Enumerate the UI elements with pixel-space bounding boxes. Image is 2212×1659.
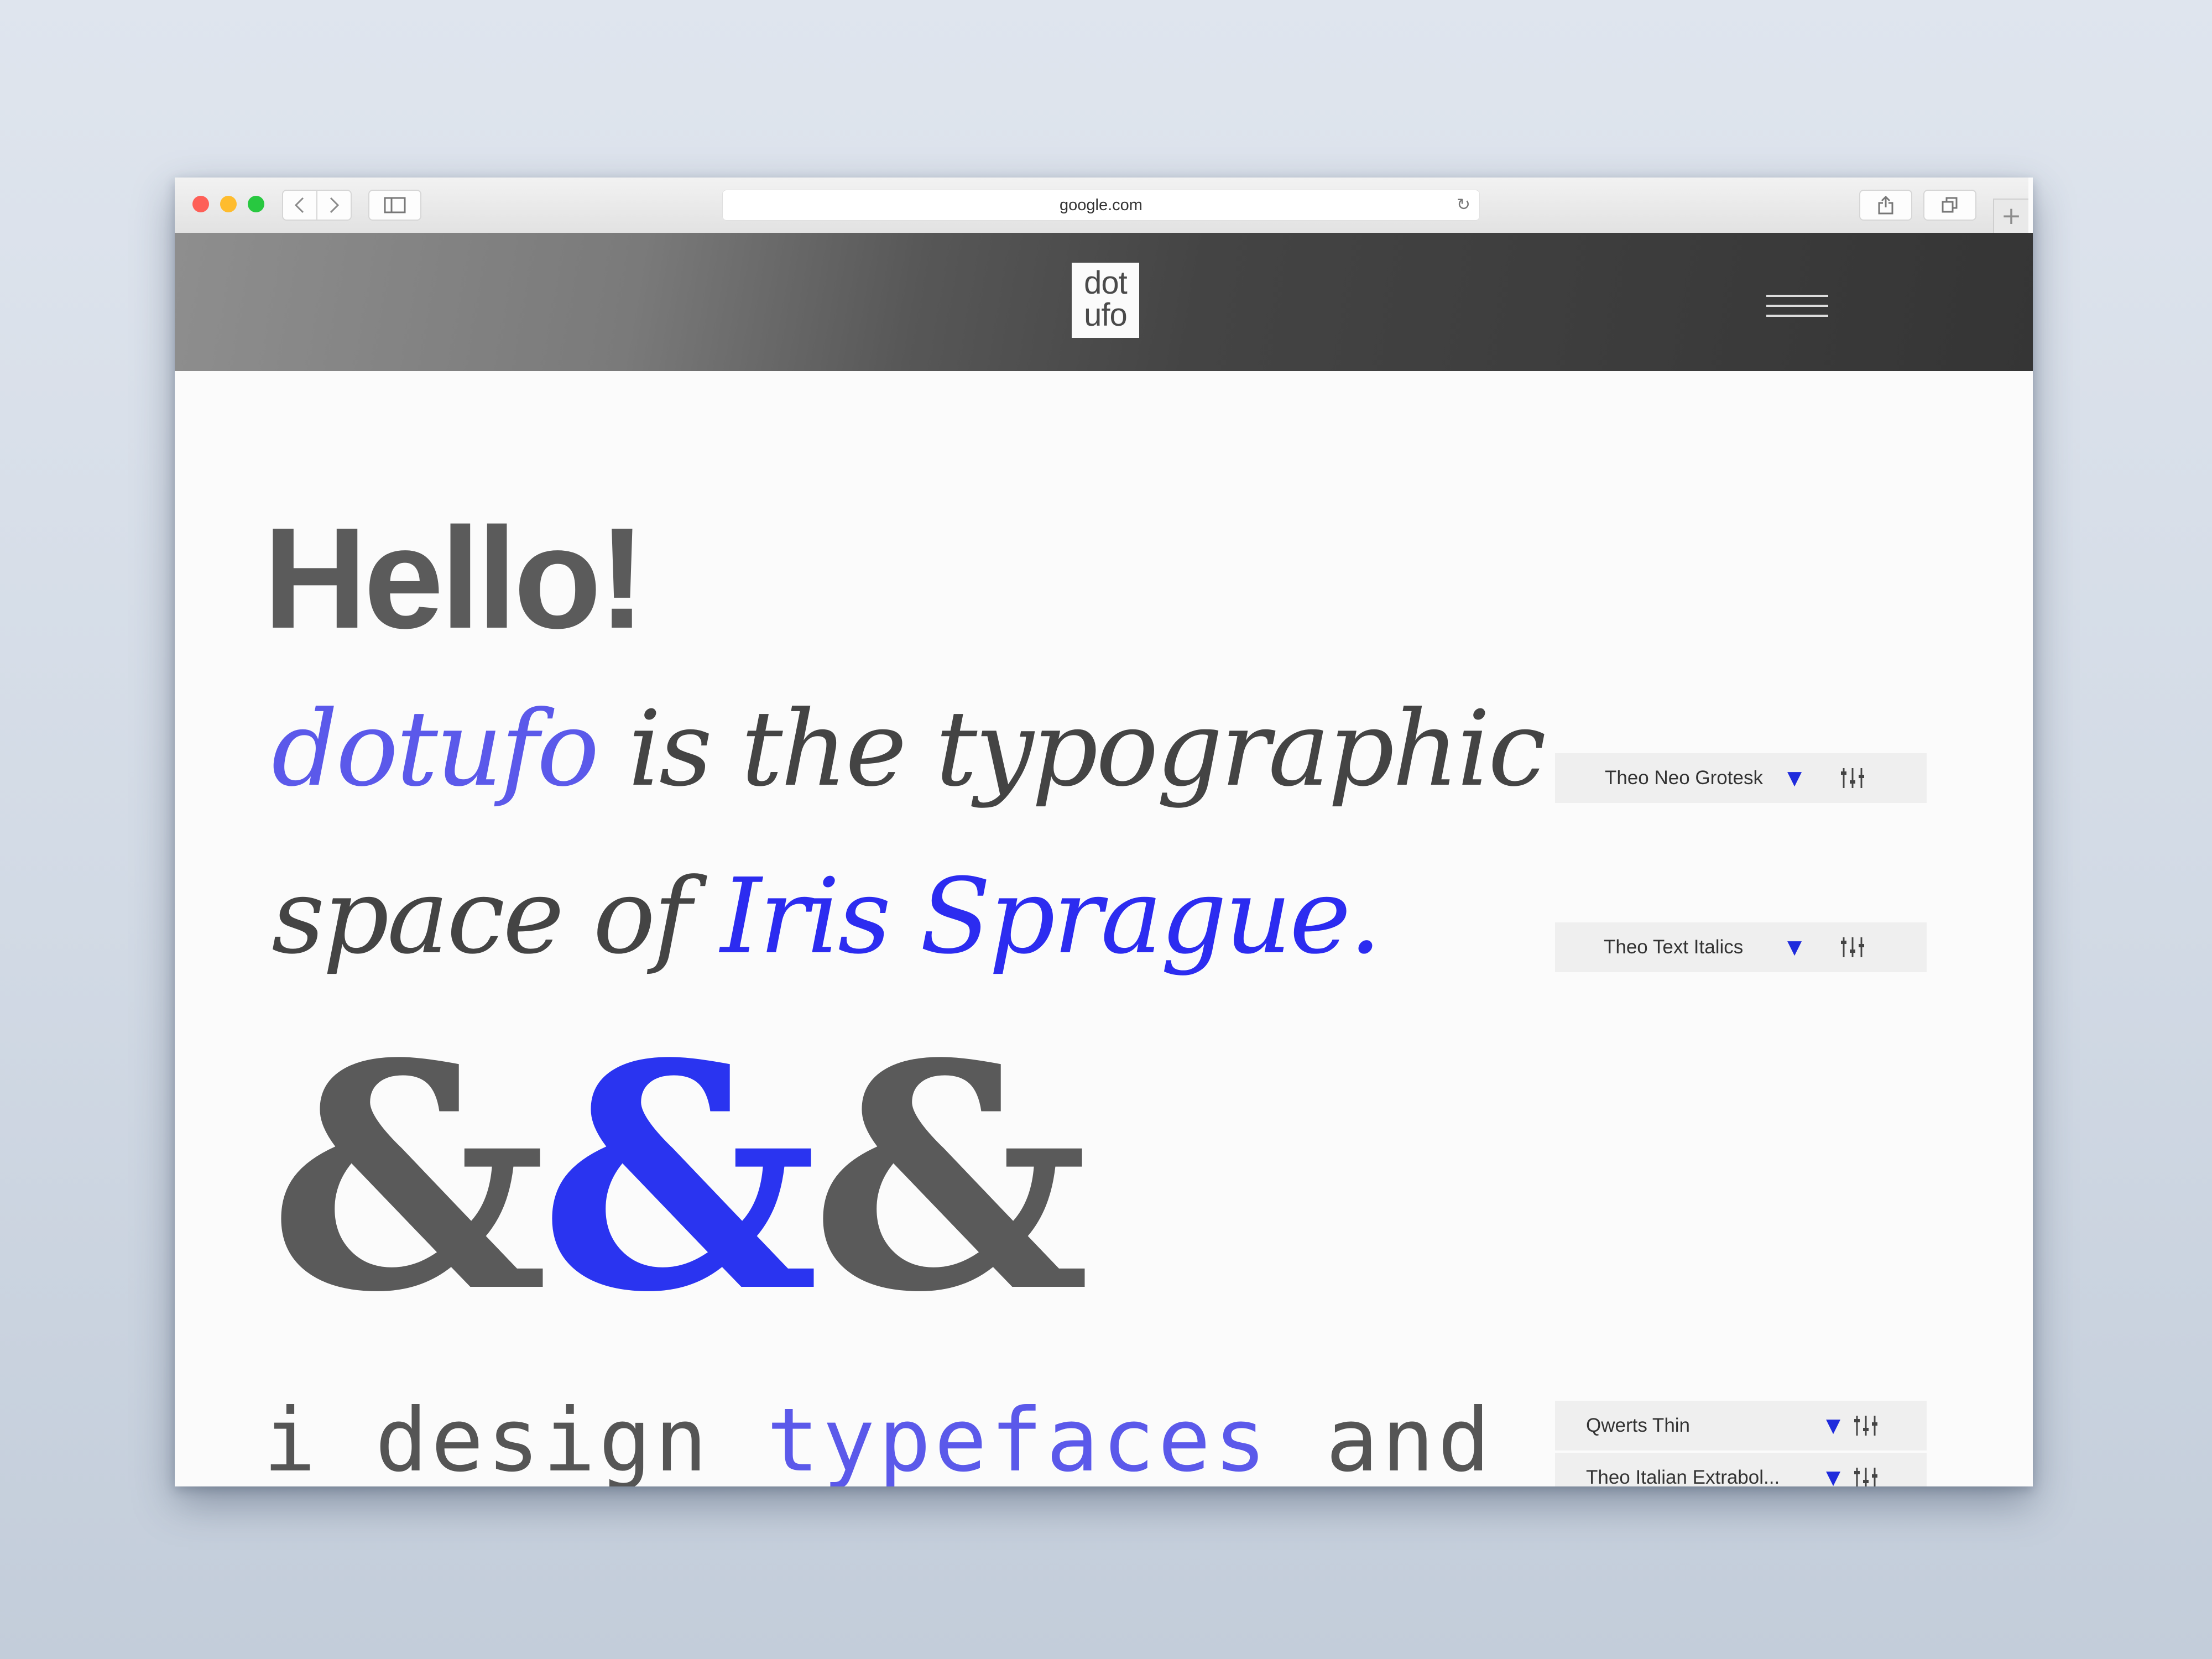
- page-content: Hello! dotufo is the typographic space o…: [175, 371, 2033, 1486]
- ampersand-glyph: &: [540, 997, 820, 1360]
- back-button[interactable]: [282, 190, 317, 221]
- mono-tagline-end: and: [1270, 1390, 1494, 1486]
- designer-name: Iris Sprague: [720, 856, 1351, 977]
- site-header: dot ufo: [175, 233, 2033, 371]
- site-logo[interactable]: dot ufo: [1072, 263, 1139, 338]
- browser-toolbar: google.com ↻ +: [175, 178, 2028, 234]
- dropdown-arrow-icon[interactable]: ▼: [1826, 1401, 1840, 1451]
- dropdown-arrow-icon[interactable]: ▼: [1787, 922, 1802, 972]
- settings-sliders-icon[interactable]: [1853, 1415, 1879, 1437]
- font-selector-label: Qwerts Thin: [1586, 1415, 1691, 1436]
- logo-line-1: dot: [1084, 265, 1128, 301]
- tabs-icon: [1942, 197, 1958, 213]
- intro-line-1: dotufo is the typographic: [272, 697, 1546, 801]
- ampersand-glyph: &: [269, 997, 549, 1360]
- mono-tagline: i design typefaces and: [263, 1397, 1494, 1484]
- sidebar-icon: [384, 197, 406, 213]
- mono-tagline-highlight: typefaces: [766, 1390, 1270, 1486]
- ampersand-showcase: &&&: [269, 997, 1091, 1360]
- sidebar-toggle-button[interactable]: [368, 190, 421, 221]
- zoom-window-button[interactable]: [248, 196, 264, 212]
- chevron-left-icon: [294, 197, 304, 213]
- address-url: google.com: [1060, 196, 1142, 214]
- reload-icon[interactable]: ↻: [1457, 190, 1470, 220]
- font-selector-label: Theo Neo Grotesk: [1605, 767, 1763, 789]
- show-tabs-button[interactable]: [1923, 190, 1976, 221]
- chevron-right-icon: [330, 197, 340, 213]
- hello-heading: Hello!: [263, 498, 646, 659]
- settings-sliders-icon[interactable]: [1839, 767, 1866, 789]
- font-selector[interactable]: Theo Neo Grotesk ▼: [1555, 753, 1927, 803]
- browser-window: google.com ↻ + dot ufo Hello! dotufo is …: [175, 178, 2033, 1486]
- settings-sliders-icon[interactable]: [1853, 1467, 1879, 1486]
- mono-tagline-start: i design: [263, 1390, 767, 1486]
- minimize-window-button[interactable]: [220, 196, 237, 212]
- ampersand-glyph: &: [811, 997, 1091, 1360]
- font-selector[interactable]: Qwerts Thin ▼: [1555, 1401, 1927, 1451]
- font-selector-label: Theo Italian Extrabol...: [1586, 1467, 1780, 1486]
- dropdown-arrow-icon[interactable]: ▼: [1787, 753, 1802, 803]
- intro-line-1-rest: is the typographic: [597, 688, 1546, 810]
- intro-line-2-start: space of: [272, 856, 721, 977]
- brand-name: dotufo: [272, 688, 599, 810]
- dropdown-arrow-icon[interactable]: ▼: [1826, 1453, 1840, 1486]
- intro-line-2-end: .: [1349, 856, 1382, 977]
- address-bar[interactable]: google.com ↻: [722, 190, 1480, 221]
- forward-button[interactable]: [316, 190, 352, 221]
- new-tab-button[interactable]: +: [1993, 199, 2028, 233]
- hamburger-menu-icon[interactable]: [1766, 295, 1828, 319]
- share-button[interactable]: [1859, 190, 1912, 221]
- share-icon: [1878, 195, 1893, 215]
- font-selector-label: Theo Text Italics: [1604, 936, 1744, 958]
- intro-line-2: space of Iris Sprague.: [272, 865, 1382, 969]
- logo-line-2: ufo: [1084, 297, 1128, 333]
- font-selector[interactable]: Theo Italian Extrabol... ▼: [1555, 1453, 1927, 1486]
- settings-sliders-icon[interactable]: [1839, 936, 1866, 958]
- font-selector[interactable]: Theo Text Italics ▼: [1555, 922, 1927, 972]
- close-window-button[interactable]: [192, 196, 209, 212]
